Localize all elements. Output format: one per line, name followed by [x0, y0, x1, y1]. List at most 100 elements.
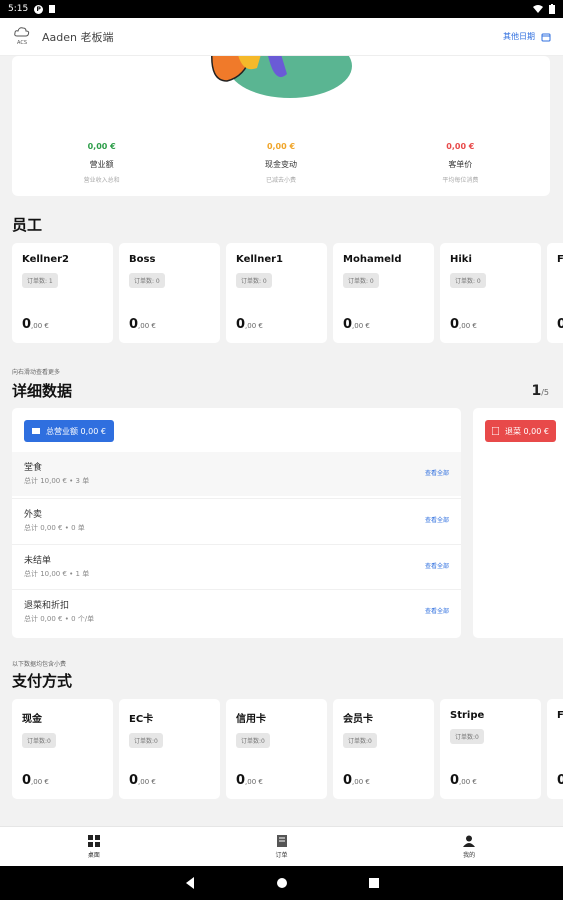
stat-sub: 平均每位消费 [442, 177, 479, 184]
staff-amount: 0,00 € [22, 317, 49, 332]
payment-amount: 0,00 € [22, 773, 49, 788]
amount-dec: ,00 € [245, 778, 263, 786]
view-all-link[interactable]: 查看全部 [425, 468, 449, 477]
order-count-badge: 订单数:0 [22, 733, 56, 748]
receipt-icon [276, 834, 287, 847]
payment-cards[interactable]: 现金 订单数:0 0,00 € EC卡 订单数:0 0,00 € 信用卡 订单数… [12, 699, 563, 799]
system-nav-bar [0, 866, 563, 900]
staff-card[interactable]: Kellner2 订单数: 1 0,00 € [12, 243, 113, 343]
amount-dec: ,00 € [138, 778, 156, 786]
staff-card[interactable]: Mohameld 订单数: 0 0,00 € [333, 243, 434, 343]
other-date-label: 其他日期 [503, 32, 535, 41]
wallet-icon [32, 428, 40, 434]
notification-p-icon: P [34, 4, 44, 14]
detail-card: 总营业额 0,00 € 堂食 总计 10,00 € • 3 单 查看全部 外卖 … [12, 408, 461, 638]
detail-row-sub: 总计 0,00 € • 0 个/单 [24, 615, 95, 623]
order-count-badge: 订单数:0 [236, 733, 270, 748]
stat-label: 现金变动 [264, 160, 297, 169]
back-icon[interactable] [184, 877, 196, 889]
staff-card[interactable]: Kellner1 订单数: 0 0,00 € [226, 243, 327, 343]
total-revenue-button[interactable]: 总营业额 0,00 € [24, 420, 114, 442]
payment-card[interactable]: F 0 [547, 699, 563, 799]
payment-amount: 0,00 € [450, 773, 477, 788]
detail-row-sub: 总计 10,00 € • 1 单 [24, 570, 90, 578]
swipe-hint: 向右滑动查看更多 [12, 369, 61, 376]
amount-int: 0 [343, 773, 353, 788]
payment-name: 会员卡 [343, 714, 373, 725]
other-date-button[interactable]: 其他日期 [503, 31, 551, 42]
amount-int: 0 [236, 773, 246, 788]
staff-name: Hiki [450, 254, 472, 265]
staff-name: Mohameld [343, 254, 402, 265]
recents-icon[interactable] [368, 877, 380, 889]
summary-stats: 0,00 € 营业额 营业收入总和 0,00 € 现金变动 已减去小费 0,00… [12, 142, 550, 184]
detail-row-name: 堂食 [24, 463, 43, 473]
nav-mine[interactable]: 我的 [375, 827, 563, 866]
amount-int: 0 [129, 773, 139, 788]
staff-amount: 0,00 € [343, 317, 370, 332]
amount-int: 0 [22, 317, 32, 332]
view-all-link[interactable]: 查看全部 [425, 561, 449, 570]
amount-int: 0 [343, 317, 353, 332]
app-bar: ACS Aaden 老板端 其他日期 [0, 18, 563, 56]
page-indicator: 1/5 [531, 383, 549, 399]
nav-desk[interactable]: 桌面 [0, 827, 188, 866]
detail-row-name: 未结单 [24, 556, 52, 566]
staff-title: 员工 [12, 216, 43, 234]
staff-amount: 0 [557, 317, 563, 332]
detail-card-next[interactable]: 退菜 0,00 € [473, 408, 563, 638]
stat-value: 0,00 € [266, 142, 296, 151]
staff-card[interactable]: F 0 [547, 243, 563, 343]
details-title: 详细数据 [12, 382, 73, 400]
person-icon [463, 835, 476, 847]
detail-row[interactable]: 堂食 总计 10,00 € • 3 单 查看全部 [12, 452, 461, 496]
grid-icon [87, 834, 100, 847]
staff-name: Kellner2 [22, 254, 70, 265]
stat-sub: 营业收入总和 [83, 177, 120, 184]
detail-row[interactable]: 未结单 总计 10,00 € • 1 单 查看全部 [12, 544, 461, 588]
view-all-link[interactable]: 查看全部 [425, 606, 449, 615]
stat-avg: 0,00 € 客单价 平均每位消费 [371, 142, 550, 184]
detail-row[interactable]: 退菜和折扣 总计 0,00 € • 0 个/单 查看全部 [12, 589, 461, 633]
nav-label: 我的 [463, 851, 476, 859]
payment-name: EC卡 [129, 714, 154, 725]
stat-sub: 已减去小费 [265, 177, 296, 184]
amount-int: 0 [557, 773, 563, 788]
staff-name: Kellner1 [236, 254, 284, 265]
amount-int: 0 [557, 317, 563, 332]
staff-card[interactable]: Hiki 订单数: 0 0,00 € [440, 243, 541, 343]
amount-int: 0 [22, 773, 32, 788]
staff-cards[interactable]: Kellner2 订单数: 1 0,00 € Boss 订单数: 0 0,00 … [12, 243, 563, 343]
nav-orders[interactable]: 订单 [188, 827, 376, 866]
detail-row[interactable]: 外卖 总计 0,00 € • 0 单 查看全部 [12, 498, 461, 542]
payment-amount: 0,00 € [236, 773, 263, 788]
dashboard-content[interactable]: 0,00 € 营业额 营业收入总和 0,00 € 现金变动 已减去小费 0,00… [0, 56, 563, 826]
sim-icon [49, 5, 56, 13]
home-icon[interactable] [276, 877, 288, 889]
staff-name: F [557, 254, 563, 265]
staff-card[interactable]: Boss 订单数: 0 0,00 € [119, 243, 220, 343]
view-all-link[interactable]: 查看全部 [425, 515, 449, 524]
order-count-badge: 订单数: 0 [129, 273, 165, 288]
status-bar: 5:15 P [0, 0, 563, 18]
nav-label: 订单 [275, 851, 288, 859]
payment-card[interactable]: EC卡 订单数:0 0,00 € [119, 699, 220, 799]
payment-card[interactable]: 信用卡 订单数:0 0,00 € [226, 699, 327, 799]
refund-label: 退菜 0,00 € [505, 426, 549, 436]
stat-revenue: 0,00 € 营业额 营业收入总和 [12, 142, 191, 184]
stat-value: 0,00 € [446, 142, 475, 151]
nav-label: 桌面 [87, 851, 100, 859]
detail-row-sub: 总计 10,00 € • 3 单 [24, 477, 90, 485]
battery-icon [549, 4, 555, 14]
amount-dec: ,00 € [31, 322, 49, 330]
payment-card[interactable]: 会员卡 订单数:0 0,00 € [333, 699, 434, 799]
payment-card[interactable]: 现金 订单数:0 0,00 € [12, 699, 113, 799]
stat-cash: 0,00 € 现金变动 已减去小费 [191, 142, 370, 184]
payment-amount: 0 [557, 773, 563, 788]
refund-button[interactable]: 退菜 0,00 € [485, 420, 556, 442]
payment-card[interactable]: Stripe 订单数:0 0,00 € [440, 699, 541, 799]
stat-label: 营业额 [89, 160, 114, 169]
staff-amount: 0,00 € [129, 317, 156, 332]
amount-dec: ,00 € [245, 322, 263, 330]
amount-dec: ,00 € [459, 778, 477, 786]
